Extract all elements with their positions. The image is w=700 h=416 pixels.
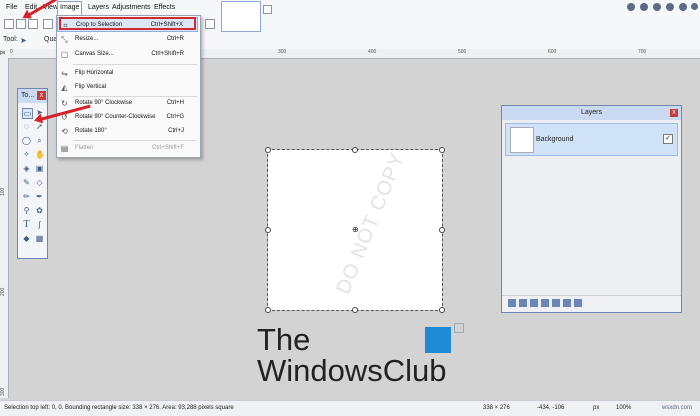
- selection-handle[interactable]: [352, 147, 358, 153]
- layer-thumbnail: [510, 127, 534, 153]
- selection-size: 338 × 276: [483, 405, 510, 411]
- cursor-coords: -434, -106: [537, 405, 565, 411]
- menu-item-canvas-size[interactable]: ▢ Canvas Size... Ctrl+Shift+R: [57, 47, 198, 62]
- shapes-icon[interactable]: ◆: [22, 234, 31, 243]
- tool-label: Tool:: [3, 36, 18, 43]
- add-layer-icon[interactable]: [508, 299, 516, 307]
- menu-separator: [73, 64, 197, 65]
- selection-handle[interactable]: [439, 147, 445, 153]
- palette-icon[interactable]: [627, 3, 635, 11]
- canvas-size-icon: ▢: [60, 50, 69, 59]
- tools-panel: To... x ▭ ➤ ◌ ➚ ◯ ⌕ ✧ ✋ ◈ ▣ ✎ ◇ ✏ ✒ ⚲ ✿ …: [17, 88, 48, 259]
- paintbrush-icon[interactable]: ✎: [22, 178, 31, 187]
- pan-icon[interactable]: ✋: [35, 150, 45, 159]
- ruler-left: 100 200 300: [0, 58, 9, 398]
- site-watermark: wsxdn.com: [662, 405, 693, 411]
- annotation-highlight-box: [59, 17, 196, 30]
- menu-adjustments[interactable]: Adjustments: [110, 2, 153, 14]
- logo-text-windowsclub: WindowsClub: [257, 353, 447, 388]
- move-layer-up-icon[interactable]: [552, 299, 560, 307]
- layers-panel: Layers x Background ✓: [501, 105, 682, 313]
- layers-panel-title[interactable]: Layers: [502, 106, 681, 120]
- flip-vertical-icon: ◭: [61, 83, 68, 92]
- selection-info: Selection top left: 0, 0. Bounding recta…: [4, 405, 234, 411]
- zoom-icon[interactable]: ⌕: [35, 136, 44, 145]
- windows-logo-icon: [425, 327, 451, 353]
- tolerance-icon[interactable]: ▦: [35, 234, 44, 243]
- flatten-icon: ▤: [60, 144, 69, 153]
- current-tool-icon[interactable]: ➤: [20, 36, 29, 45]
- rectangle-select-icon[interactable]: ▭: [22, 108, 33, 119]
- help-icon[interactable]: [691, 3, 698, 10]
- menu-item-flip-vertical[interactable]: ◭ Flip Vertical: [57, 80, 198, 95]
- layer-item-background[interactable]: Background ✓: [505, 123, 678, 156]
- menu-image[interactable]: Image: [57, 1, 83, 16]
- image-canvas[interactable]: DO NOT COPY ⊕: [265, 147, 445, 313]
- rotate-cw-icon: ↻: [61, 99, 68, 108]
- windows-logo-grid-icon: [454, 323, 464, 333]
- layer-properties-icon[interactable]: [574, 299, 582, 307]
- menu-effects[interactable]: Effects: [152, 2, 177, 14]
- selection-handle[interactable]: [352, 307, 358, 313]
- selection-handle[interactable]: [265, 227, 271, 233]
- merge-layer-down-icon[interactable]: [541, 299, 549, 307]
- move-layer-down-icon[interactable]: [563, 299, 571, 307]
- image-menu-dropdown: ⌗ Crop to Selection Ctrl+Shift+X ⤡ Resiz…: [56, 15, 201, 158]
- line-curve-icon[interactable]: ∫: [35, 220, 44, 229]
- ruler-unit: px: [0, 49, 8, 58]
- selection-handle[interactable]: [439, 307, 445, 313]
- zoom-level[interactable]: 100%: [616, 401, 631, 416]
- menu-layers[interactable]: Layers: [86, 2, 111, 14]
- rotate-180-icon: ⟲: [61, 127, 68, 136]
- flip-horizontal-icon: ⇋: [61, 69, 68, 78]
- canvas-watermark: DO NOT COPY: [332, 149, 410, 298]
- unit-select[interactable]: px: [593, 401, 599, 416]
- menu-item-flip-horizontal[interactable]: ⇋ Flip Horizontal: [57, 66, 198, 81]
- menu-item-resize[interactable]: ⤡ Resize... Ctrl+R: [57, 32, 198, 47]
- menu-file[interactable]: File: [4, 2, 19, 14]
- resize-icon: ⤡: [61, 35, 68, 44]
- layers-close-button[interactable]: x: [670, 109, 678, 117]
- colors-icon[interactable]: [666, 3, 674, 11]
- pencil-icon[interactable]: ✏: [22, 192, 31, 201]
- new-icon[interactable]: [4, 19, 14, 29]
- tools-close-button[interactable]: x: [37, 91, 46, 100]
- save-icon[interactable]: [28, 19, 38, 29]
- color-picker-icon[interactable]: ✒: [35, 192, 44, 201]
- selection-handle[interactable]: [265, 307, 271, 313]
- layers-icon[interactable]: [653, 3, 661, 11]
- recolor-icon[interactable]: ✿: [35, 206, 44, 215]
- layer-name: Background: [536, 136, 574, 143]
- selection-handle[interactable]: [265, 147, 271, 153]
- eraser-icon[interactable]: ◇: [35, 178, 44, 187]
- move-crosshair-icon[interactable]: ⊕: [352, 226, 359, 234]
- tab-dropdown-icon[interactable]: [263, 5, 272, 14]
- print-icon[interactable]: [43, 19, 53, 29]
- menu-item-rotate-180[interactable]: ⟲ Rotate 180° Ctrl+J: [57, 124, 198, 139]
- duplicate-layer-icon[interactable]: [530, 299, 538, 307]
- text-icon[interactable]: T: [22, 220, 31, 230]
- selection-handle[interactable]: [439, 227, 445, 233]
- image-thumbnail-tab[interactable]: [221, 1, 261, 32]
- menu-item-rotate-90-counter-clockwise[interactable]: ↺ Rotate 90° Counter-Clockwise Ctrl+G: [57, 110, 198, 125]
- status-bar: Selection top left: 0, 0. Bounding recta…: [0, 400, 700, 416]
- delete-layer-icon[interactable]: [519, 299, 527, 307]
- lasso-select-icon[interactable]: ◌: [22, 122, 31, 131]
- gradient-icon[interactable]: ▣: [35, 164, 44, 173]
- menu-item-flatten[interactable]: ▤ Flatten Ctrl+Shift+F: [57, 141, 198, 156]
- magic-wand-icon[interactable]: ✧: [22, 150, 31, 159]
- history-icon[interactable]: [640, 3, 648, 11]
- paint-bucket-icon[interactable]: ◈: [22, 164, 31, 173]
- settings-icon[interactable]: [679, 3, 687, 11]
- clone-stamp-icon[interactable]: ⚲: [22, 206, 31, 215]
- layer-visibility-checkbox[interactable]: ✓: [663, 134, 673, 144]
- layers-toolbar: [502, 295, 681, 312]
- undo-icon[interactable]: [205, 19, 215, 29]
- ellipse-select-icon[interactable]: ◯: [22, 136, 31, 145]
